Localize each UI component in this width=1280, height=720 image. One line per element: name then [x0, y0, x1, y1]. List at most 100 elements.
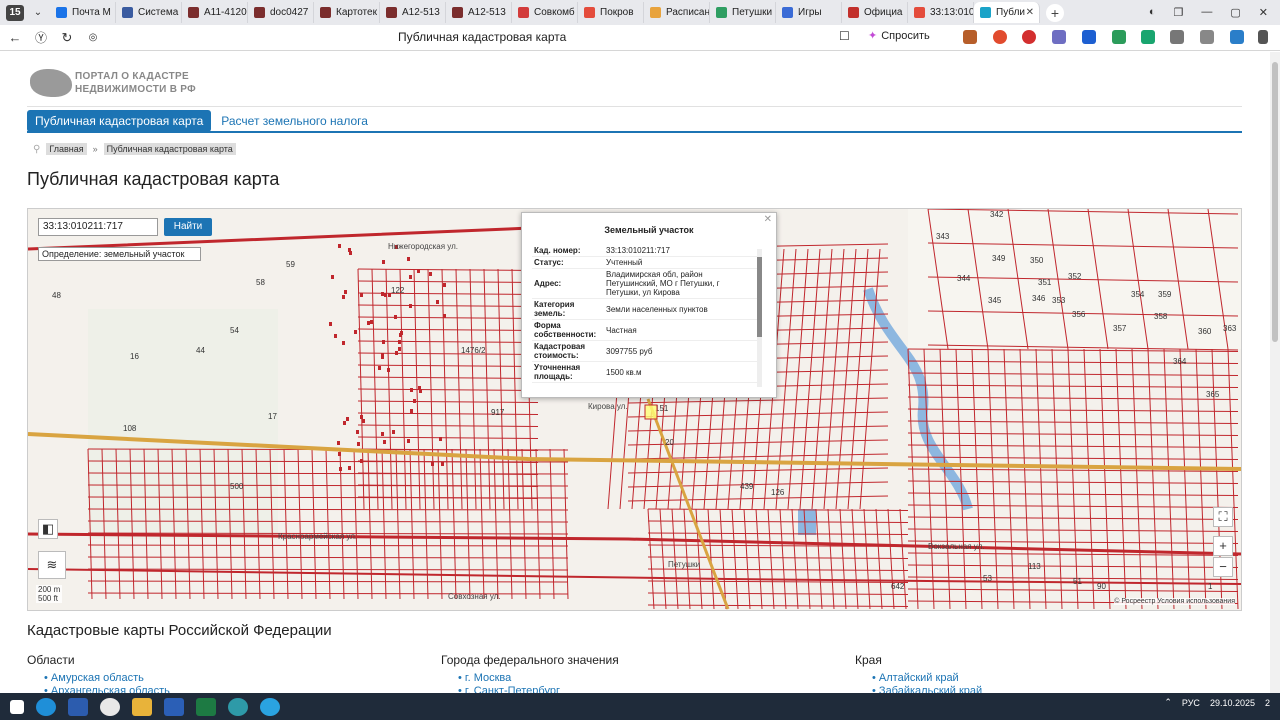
- word-icon[interactable]: [164, 697, 184, 716]
- browser-tab[interactable]: Почта М: [50, 2, 116, 23]
- cadastral-search-input[interactable]: 33:13:010211:717: [38, 218, 158, 236]
- definition-select[interactable]: Определение: земельный участок: [38, 247, 201, 261]
- tab-active[interactable]: Публи ✕: [974, 2, 1040, 23]
- browser-tab[interactable]: А11-4120: [182, 2, 248, 23]
- yandex-icon[interactable]: Ⓨ: [30, 29, 52, 46]
- telegram-icon[interactable]: [260, 697, 280, 716]
- browser-tab[interactable]: doc0427: [248, 2, 314, 23]
- share-icon[interactable]: [1200, 30, 1214, 44]
- ext-icon-7[interactable]: [1141, 30, 1155, 44]
- reload-icon[interactable]: ↻: [56, 30, 78, 46]
- page-scroll-thumb[interactable]: [1272, 62, 1278, 342]
- file-explorer-icon[interactable]: [132, 697, 152, 716]
- address-bar: ← Ⓨ ↻ ◎ Публичная кадастровая карта ☐ ✦ С…: [0, 25, 1280, 51]
- windows-taskbar: ⌃ РУС 29.10.2025 2: [0, 693, 1280, 720]
- parcel-line: [357, 304, 539, 307]
- map-attribution[interactable]: © Росреестр Условия использования: [1114, 598, 1235, 605]
- parcel-line: [907, 456, 1239, 460]
- browser-tab[interactable]: 33:13:010: [908, 2, 974, 23]
- ask-label: Спросить: [881, 29, 930, 42]
- browser-tab[interactable]: А12-513: [380, 2, 446, 23]
- nav-tax-link[interactable]: Расчет земельного налога: [221, 110, 368, 132]
- windows-start-icon[interactable]: [10, 699, 24, 714]
- fullscreen-icon[interactable]: ⛶: [1213, 507, 1233, 527]
- breadcrumb-home[interactable]: Главная: [46, 143, 87, 155]
- region-link[interactable]: Архангельская область: [44, 685, 170, 693]
- browser-tab[interactable]: Картотек: [314, 2, 380, 23]
- site-logo-text[interactable]: ПОРТАЛ О КАДАСТРЕ НЕДВИЖИМОСТИ В РФ: [75, 70, 196, 96]
- popup-close-icon[interactable]: ✕: [764, 214, 772, 225]
- page-title-in-address[interactable]: Публичная кадастровая карта: [398, 30, 566, 44]
- parcel-line: [357, 352, 539, 355]
- menu-icon[interactable]: [1258, 30, 1268, 44]
- tab-favicon: [452, 7, 463, 18]
- browser-tab[interactable]: А12-513: [446, 2, 512, 23]
- cadastral-map[interactable]: Нижегородская ул. Красноармейская ул. Пету…: [27, 208, 1242, 611]
- city-link[interactable]: г. Санкт-Петербург: [458, 685, 619, 693]
- building: [356, 430, 359, 434]
- plot-number: 500: [230, 482, 244, 491]
- adblock-icon[interactable]: [1022, 30, 1036, 44]
- ext-icon-6[interactable]: [1112, 30, 1126, 44]
- parcel-line: [683, 508, 691, 610]
- popup-value: Земли населенных пунктов: [604, 298, 757, 320]
- profile-icon[interactable]: ◐: [1149, 6, 1156, 19]
- extensions-icon[interactable]: [1170, 30, 1184, 44]
- ext-icon-5[interactable]: [1082, 30, 1096, 44]
- find-button[interactable]: Найти: [164, 218, 212, 236]
- tab-favicon: [320, 7, 331, 18]
- minimize-icon[interactable]: —: [1201, 6, 1212, 19]
- zoom-in-button[interactable]: +: [1213, 536, 1233, 556]
- save-app-icon[interactable]: [68, 697, 88, 716]
- browser-tab[interactable]: Расписан: [644, 2, 710, 23]
- collections-icon[interactable]: ❐: [1174, 6, 1184, 19]
- nav-map-tab[interactable]: Публичная кадастровая карта: [27, 110, 212, 132]
- ext-icon-4[interactable]: [1052, 30, 1066, 44]
- bookmark-icon[interactable]: ☐: [839, 29, 850, 43]
- lang-indicator[interactable]: РУС: [1182, 698, 1200, 708]
- tabs-dropdown-icon[interactable]: ⌄: [30, 5, 46, 21]
- yandex-browser-icon[interactable]: [100, 697, 120, 716]
- basemap-layers-icon[interactable]: ≋: [38, 551, 66, 579]
- parcel-line: [357, 376, 539, 379]
- popup-scroll-thumb[interactable]: [757, 257, 762, 337]
- zoom-out-button[interactable]: −: [1213, 557, 1233, 577]
- tab-counter[interactable]: 15: [6, 4, 24, 21]
- download-icon[interactable]: [1230, 30, 1244, 44]
- ext-icon-2[interactable]: [993, 30, 1007, 44]
- site-info-icon[interactable]: ◎: [82, 32, 104, 43]
- browser-tab[interactable]: Система: [116, 2, 182, 23]
- clock-date[interactable]: 29.10.2025: [1210, 698, 1255, 708]
- parcel-line: [483, 268, 491, 510]
- region-link[interactable]: Амурская область: [44, 672, 170, 684]
- app-icon[interactable]: [228, 697, 248, 716]
- tray-arrow-icon[interactable]: ⌃: [1164, 697, 1172, 708]
- close-window-icon[interactable]: ✕: [1259, 6, 1268, 19]
- browser-tab[interactable]: Совкомб: [512, 2, 578, 23]
- browser-tab[interactable]: Игры: [776, 2, 842, 23]
- building: [398, 347, 401, 351]
- building: [394, 315, 397, 319]
- krai-link[interactable]: Забайкальский край: [872, 685, 982, 693]
- russia-map-logo-icon[interactable]: [30, 69, 72, 97]
- browser-tab[interactable]: Официа: [842, 2, 908, 23]
- city-link[interactable]: г. Москва: [458, 672, 619, 684]
- plot-info-table: Кад. номер: 33:13:010211:717 Статус: Учтенн…: [532, 245, 757, 383]
- layers-switch-icon[interactable]: ◧: [38, 519, 58, 539]
- ask-button[interactable]: ✦ Спросить: [868, 29, 930, 43]
- close-tab-icon[interactable]: ✕: [1026, 7, 1034, 18]
- new-tab-button[interactable]: +: [1046, 3, 1064, 22]
- catalog-section: Кадастровые карты Российской Федерации О…: [27, 622, 1242, 693]
- edge-icon[interactable]: [36, 697, 56, 716]
- tab-label: Система: [138, 7, 179, 18]
- system-tray: ⌃ РУС 29.10.2025 2: [1164, 697, 1270, 708]
- notification-badge[interactable]: 2: [1265, 698, 1270, 708]
- ext-icon-1[interactable]: [963, 30, 977, 44]
- krai-link[interactable]: Алтайский край: [872, 672, 982, 684]
- plot-number: 53: [983, 574, 992, 583]
- browser-tab[interactable]: Петушки: [710, 2, 776, 23]
- excel-icon[interactable]: [196, 697, 216, 716]
- maximize-icon[interactable]: ▢: [1230, 6, 1240, 19]
- back-arrow-icon[interactable]: ←: [4, 30, 26, 45]
- browser-tab[interactable]: Покров: [578, 2, 644, 23]
